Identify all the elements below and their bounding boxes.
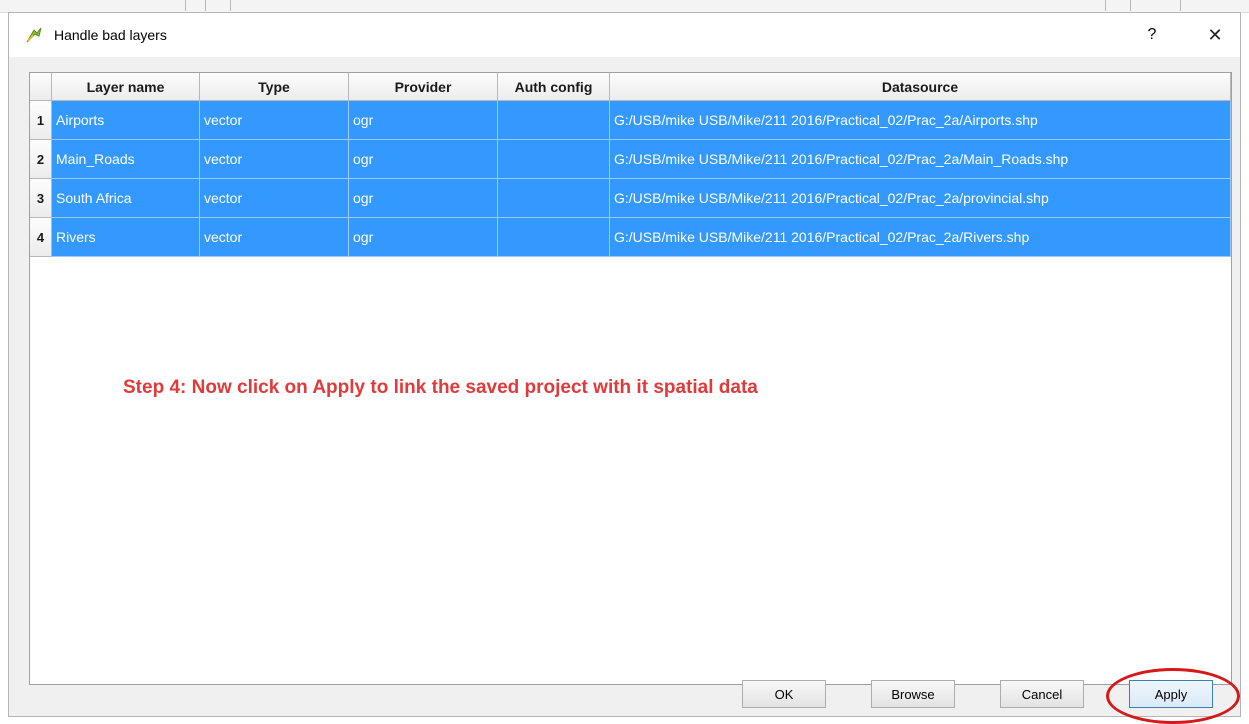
- cell-type[interactable]: vector: [200, 218, 349, 257]
- title-bar: Handle bad layers ? ✕: [9, 13, 1240, 57]
- cell-layer-name[interactable]: Rivers: [52, 218, 200, 257]
- cell-auth-config[interactable]: [498, 179, 610, 218]
- handle-bad-layers-dialog: Handle bad layers ? ✕ Layer name Type Pr…: [8, 12, 1241, 717]
- cell-layer-name[interactable]: South Africa: [52, 179, 200, 218]
- dialog-title: Handle bad layers: [54, 27, 167, 43]
- cell-provider[interactable]: ogr: [349, 179, 498, 218]
- row-number[interactable]: 1: [30, 101, 52, 140]
- cell-provider[interactable]: ogr: [349, 218, 498, 257]
- cell-datasource[interactable]: G:/USB/mike USB/Mike/211 2016/Practical_…: [610, 218, 1231, 257]
- browse-button[interactable]: Browse: [871, 680, 955, 708]
- cell-provider[interactable]: ogr: [349, 140, 498, 179]
- corner-cell[interactable]: [30, 73, 52, 101]
- cell-layer-name[interactable]: Airports: [52, 101, 200, 140]
- column-header-type[interactable]: Type: [200, 73, 349, 101]
- cell-provider[interactable]: ogr: [349, 101, 498, 140]
- cell-datasource[interactable]: G:/USB/mike USB/Mike/211 2016/Practical_…: [610, 140, 1231, 179]
- row-number[interactable]: 2: [30, 140, 52, 179]
- help-button[interactable]: ?: [1142, 23, 1162, 47]
- ok-button[interactable]: OK: [742, 680, 826, 708]
- qgis-icon: [25, 26, 43, 44]
- cancel-button[interactable]: Cancel: [1000, 680, 1084, 708]
- cell-type[interactable]: vector: [200, 179, 349, 218]
- cell-auth-config[interactable]: [498, 218, 610, 257]
- cell-auth-config[interactable]: [498, 101, 610, 140]
- column-header-auth-config[interactable]: Auth config: [498, 73, 610, 101]
- cell-auth-config[interactable]: [498, 140, 610, 179]
- apply-highlight-ring: [1106, 668, 1240, 724]
- row-number[interactable]: 4: [30, 218, 52, 257]
- step-annotation: Step 4: Now click on Apply to link the s…: [123, 377, 758, 398]
- cell-type[interactable]: vector: [200, 140, 349, 179]
- cell-datasource[interactable]: G:/USB/mike USB/Mike/211 2016/Practical_…: [610, 179, 1231, 218]
- column-header-datasource[interactable]: Datasource: [610, 73, 1231, 101]
- close-icon[interactable]: ✕: [1203, 23, 1227, 47]
- column-header-provider[interactable]: Provider: [349, 73, 498, 101]
- cell-layer-name[interactable]: Main_Roads: [52, 140, 200, 179]
- row-number[interactable]: 3: [30, 179, 52, 218]
- cell-type[interactable]: vector: [200, 101, 349, 140]
- cell-datasource[interactable]: G:/USB/mike USB/Mike/211 2016/Practical_…: [610, 101, 1231, 140]
- column-header-layer-name[interactable]: Layer name: [52, 73, 200, 101]
